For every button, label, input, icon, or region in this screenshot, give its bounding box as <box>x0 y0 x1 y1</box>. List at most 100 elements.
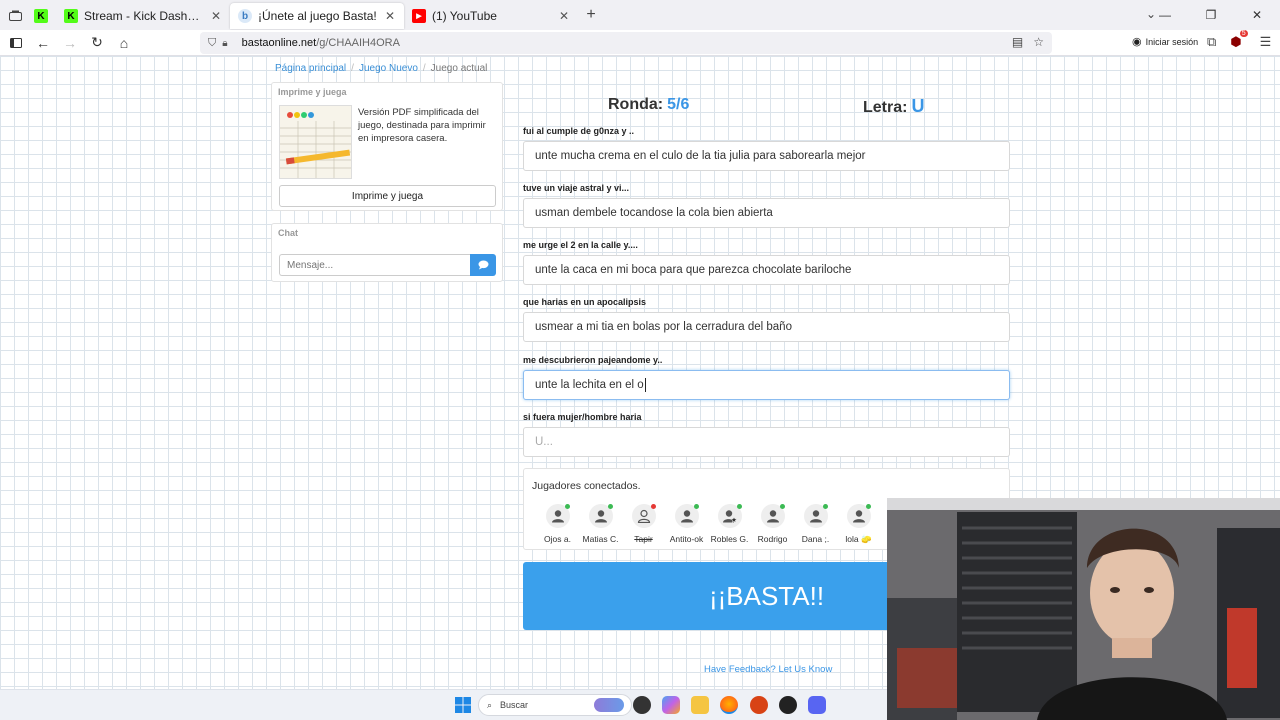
online-status-dot <box>865 504 871 509</box>
player-name: Rodrigo <box>757 534 788 544</box>
player-name: Matias C. <box>582 534 619 544</box>
breadcrumb-new-game-link[interactable]: Juego Nuevo <box>359 63 418 74</box>
offline-status-dot <box>650 504 656 509</box>
app-red-icon[interactable] <box>750 696 768 714</box>
file-explorer-icon[interactable] <box>691 696 709 714</box>
close-tab-icon[interactable]: ✕ <box>384 9 396 23</box>
speech-bubble-icon <box>478 260 488 270</box>
ublock-icon[interactable]: ⬢ 5 <box>1230 30 1248 50</box>
back-icon[interactable]: ← <box>31 31 55 55</box>
round-label: Ronda: <box>608 96 664 113</box>
players-title: Jugadores conectados. <box>532 480 641 492</box>
question-label: fui al cumple de g0nza y .. <box>523 126 635 136</box>
bookmark-star-icon[interactable]: ☆ <box>1033 35 1044 49</box>
firefox-icon[interactable] <box>720 696 738 714</box>
player-name: Tapir <box>634 534 653 544</box>
webcam-feed-image <box>887 498 1280 720</box>
player-item[interactable]: lola 🧽 <box>837 504 880 545</box>
menu-icon[interactable]: ☰ <box>1260 34 1272 50</box>
answer-input[interactable]: unte mucha crema en el culo de la tia ju… <box>523 141 1010 171</box>
player-item[interactable]: Antito-ok <box>665 504 708 545</box>
player-item[interactable]: Rodrigo <box>751 504 794 545</box>
answer-input[interactable]: usman dembele tocandose la cola bien abi… <box>523 198 1010 228</box>
online-status-dot <box>607 504 613 509</box>
answer-input[interactable]: usmear a mi tia en bolas por la cerradur… <box>523 312 1010 342</box>
player-name: Ojos a. <box>544 534 571 544</box>
chat-send-button[interactable] <box>470 254 496 276</box>
reader-view-icon[interactable]: ▤ <box>1012 35 1023 49</box>
reload-icon[interactable]: ↻ <box>85 31 109 55</box>
text-caret <box>644 378 646 392</box>
player-name: lola 🧽 <box>845 534 872 544</box>
question-label: que harias en un apocalipsis <box>523 297 647 307</box>
player-item[interactable]: Tapir <box>622 504 665 545</box>
question-label: me descubrieron pajeandome y.. <box>523 355 663 365</box>
tab-title: Stream - Kick Dashboard <box>84 9 204 23</box>
close-tab-icon[interactable]: ✕ <box>558 9 570 23</box>
answer-input-empty[interactable]: U... <box>523 427 1010 457</box>
restore-icon[interactable]: ❐ <box>1188 0 1234 30</box>
webcam-overlay <box>887 498 1280 720</box>
url-bar[interactable]: ⛉ 🔒︎ bastaonline.net/g/CHAAIH4ORA ▤ ☆ <box>200 32 1052 54</box>
url-path: /g/CHAAIH4ORA <box>316 37 400 49</box>
chat-panel: Chat <box>271 223 503 282</box>
online-status-dot <box>736 504 742 509</box>
breadcrumb-current: Juego actual <box>430 63 488 74</box>
home-icon[interactable]: ⌂ <box>112 31 136 55</box>
sidebar-toggle-icon[interactable] <box>4 31 28 55</box>
app-dark-icon[interactable] <box>779 696 797 714</box>
answer-input[interactable]: unte la caca en mi boca para que parezca… <box>523 255 1010 285</box>
question-label: me urge el 2 en la calle y.... <box>523 240 638 250</box>
tab-youtube[interactable]: ▶ (1) YouTube ✕ <box>404 3 578 29</box>
player-item-host[interactable]: Robles G. <box>708 504 751 545</box>
basta-icon: b <box>238 9 252 23</box>
user-avatar-icon <box>631 504 656 528</box>
notification-badge: 5 <box>1239 30 1248 37</box>
player-item[interactable]: Matias C. <box>579 504 622 545</box>
app-g-icon[interactable] <box>633 696 651 714</box>
print-panel-title: Imprime y juega <box>278 87 347 97</box>
player-name: Antito-ok <box>669 534 704 544</box>
search-highlight-icon <box>594 698 624 712</box>
tab-basta[interactable]: b ¡Únete al juego Basta! ✕ <box>230 3 404 29</box>
signin-button[interactable]: ◉ Iniciar sesión <box>1132 35 1198 48</box>
extensions-icon[interactable]: ⧉ <box>1207 34 1216 50</box>
tab-kick-dashboard[interactable]: K Stream - Kick Dashboard ✕ <box>56 3 230 29</box>
round-value: 5/6 <box>667 96 690 113</box>
browser-tab-strip: K K Stream - Kick Dashboard ✕ b ¡Únete a… <box>0 0 1280 30</box>
account-icon: ◉ <box>1132 36 1142 48</box>
discord-icon[interactable] <box>808 696 826 714</box>
print-panel: Imprime y juega Versión PDF simplificada… <box>271 82 503 211</box>
minimize-icon[interactable]: — <box>1142 0 1188 30</box>
round-indicator: Ronda: 5/6 <box>608 96 689 114</box>
new-tab-button[interactable]: + <box>578 6 604 24</box>
player-item[interactable]: Ojos a. <box>536 504 579 545</box>
search-icon: ⌕ <box>487 699 493 710</box>
players-list: Ojos a. Matias C. Tapir Antito-ok Robles… <box>536 504 880 545</box>
tab-kick-pinned[interactable]: K <box>28 3 56 29</box>
letter-value: U <box>911 96 925 116</box>
question-label: si fuera mujer/hombre haria <box>523 412 642 422</box>
user-avatar-icon <box>674 504 699 528</box>
user-avatar-icon <box>545 504 570 528</box>
tab-list-icon[interactable] <box>2 0 28 30</box>
copilot-icon[interactable] <box>662 696 680 714</box>
signin-label: Iniciar sesión <box>1145 36 1199 47</box>
user-avatar-icon <box>588 504 613 528</box>
windows-start-icon[interactable] <box>454 696 472 714</box>
close-tab-icon[interactable]: ✕ <box>210 9 222 23</box>
shield-icon[interactable]: ⛉ <box>208 37 216 50</box>
lock-icon[interactable]: 🔒︎ <box>222 38 227 49</box>
print-panel-description: Versión PDF simplificada del juego, dest… <box>358 107 486 144</box>
feedback-link[interactable]: Have Feedback? Let Us Know <box>704 664 832 675</box>
windows-taskbar: ⌕ Buscar <box>0 689 887 720</box>
breadcrumb-home-link[interactable]: Página principal <box>275 63 346 74</box>
print-and-play-button[interactable]: Imprime y juega <box>279 185 496 207</box>
answer-input-focused[interactable]: unte la lechita en el o <box>523 370 1010 400</box>
letter-label: Letra: <box>863 99 908 116</box>
letter-indicator: Letra: U <box>863 96 924 117</box>
close-window-icon[interactable]: ✕ <box>1234 0 1280 30</box>
player-item[interactable]: Dana ;. <box>794 504 837 545</box>
chat-message-input[interactable] <box>279 254 471 276</box>
forward-icon[interactable]: → <box>58 31 82 55</box>
